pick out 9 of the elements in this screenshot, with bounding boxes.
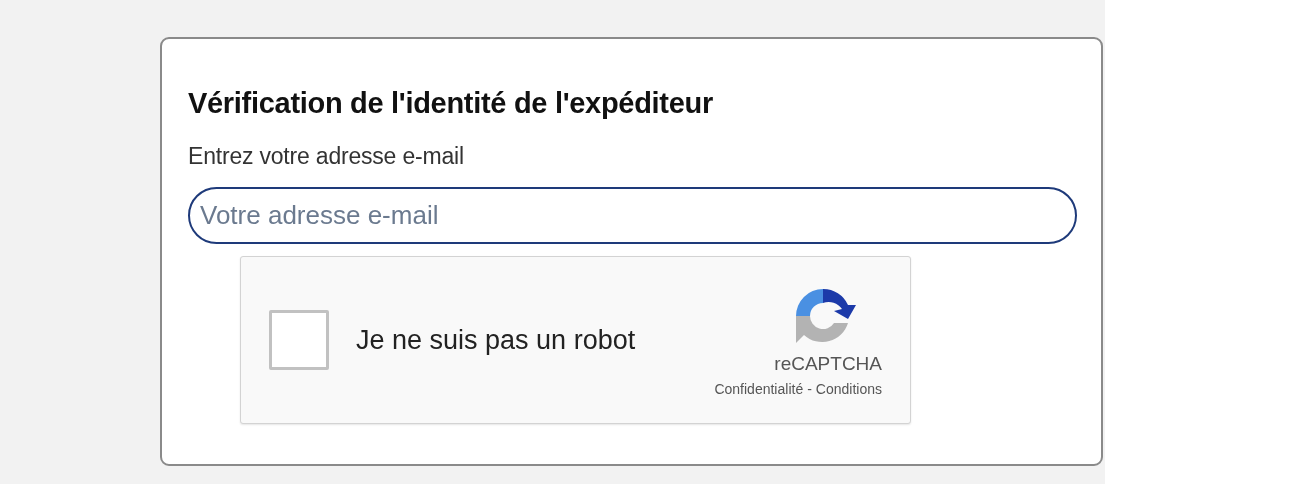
privacy-link[interactable]: Confidentialité — [714, 381, 804, 397]
link-separator: - — [807, 381, 812, 397]
captcha-brand: reCAPTCHA — [774, 353, 882, 375]
email-field[interactable]: Votre adresse e-mail — [188, 187, 1077, 244]
captcha-label: Je ne suis pas un robot — [356, 324, 637, 356]
form-title: Vérification de l'identité de l'expéditeur — [188, 86, 714, 121]
terms-link[interactable]: Conditions — [815, 381, 882, 397]
email-label: Entrez votre adresse e-mail — [188, 142, 465, 171]
captcha-checkbox[interactable] — [269, 310, 329, 370]
